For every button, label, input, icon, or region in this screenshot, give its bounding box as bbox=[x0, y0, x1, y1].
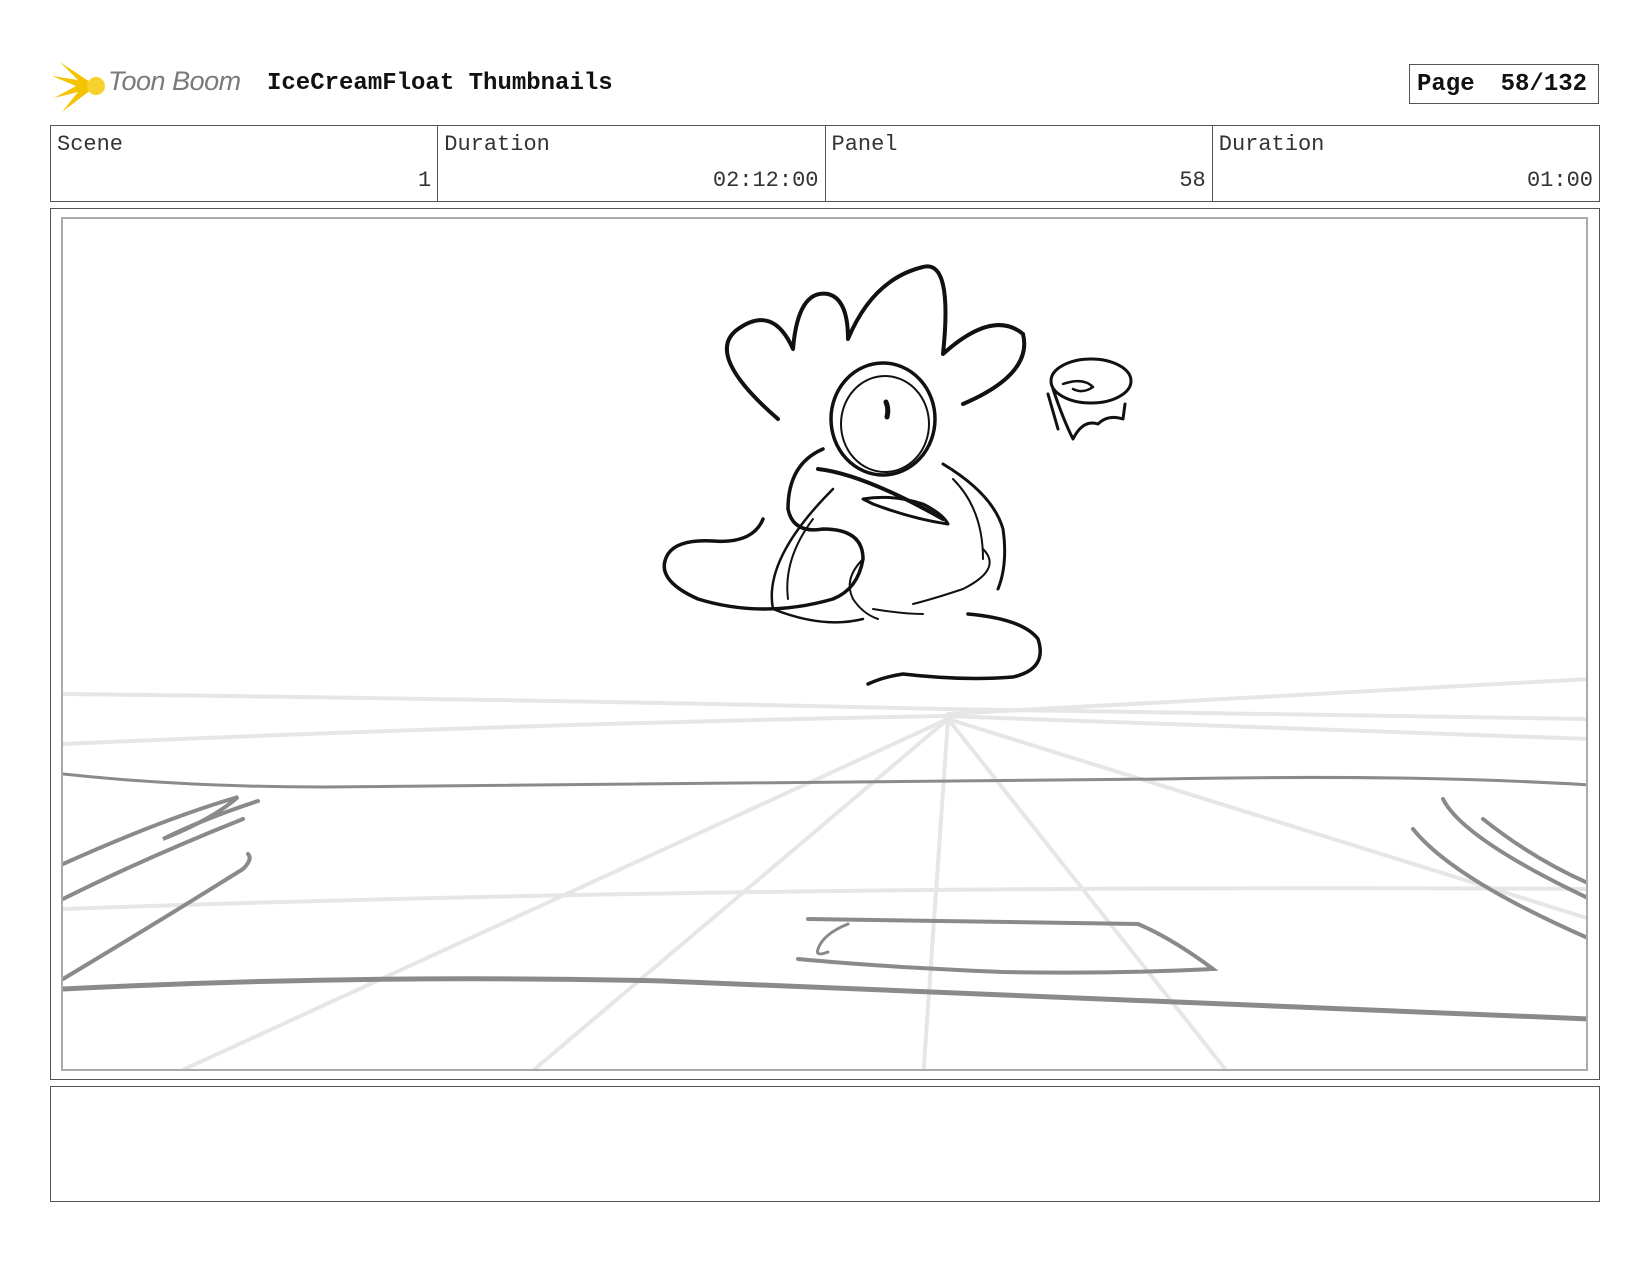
ground-lines bbox=[63, 772, 1586, 1022]
panel-notes-box bbox=[50, 1086, 1600, 1202]
panel-label: Panel bbox=[831, 132, 898, 157]
page-label: Page bbox=[1417, 70, 1475, 98]
panel-cell: Panel 58 bbox=[826, 126, 1213, 201]
panel-value: 58 bbox=[1179, 168, 1206, 193]
panel-duration-cell: Duration 01:00 bbox=[1213, 126, 1599, 201]
storyboard-panel-image bbox=[61, 217, 1588, 1071]
character-sketch bbox=[662, 264, 1133, 686]
document-title: IceCreamFloat Thumbnails bbox=[267, 70, 613, 97]
scene-value: 1 bbox=[418, 168, 432, 193]
scene-duration-value: 02:12:00 bbox=[712, 168, 819, 193]
page-number: 58/132 bbox=[1500, 70, 1588, 98]
scene-cell: Scene 1 bbox=[51, 126, 439, 201]
sketch-drawing bbox=[63, 264, 1586, 1069]
scene-label: Scene bbox=[57, 132, 124, 157]
perspective-guides bbox=[63, 677, 1586, 1069]
panel-duration-value: 01:00 bbox=[1526, 168, 1593, 193]
page-indicator: Page 58/132 bbox=[1409, 64, 1599, 104]
storyboard-panel-frame bbox=[50, 208, 1600, 1080]
logo-text: Toon Boom bbox=[108, 66, 241, 96]
scene-duration-label: Duration bbox=[444, 132, 550, 157]
panel-info-table: Scene 1 Duration 02:12:00 Panel 58 Durat… bbox=[50, 125, 1600, 202]
toon-boom-logo: Toon Boom bbox=[52, 58, 252, 114]
panel-duration-label: Duration bbox=[1218, 132, 1325, 157]
scene-duration-cell: Duration 02:12:00 bbox=[438, 126, 826, 201]
starburst-icon bbox=[52, 62, 105, 112]
